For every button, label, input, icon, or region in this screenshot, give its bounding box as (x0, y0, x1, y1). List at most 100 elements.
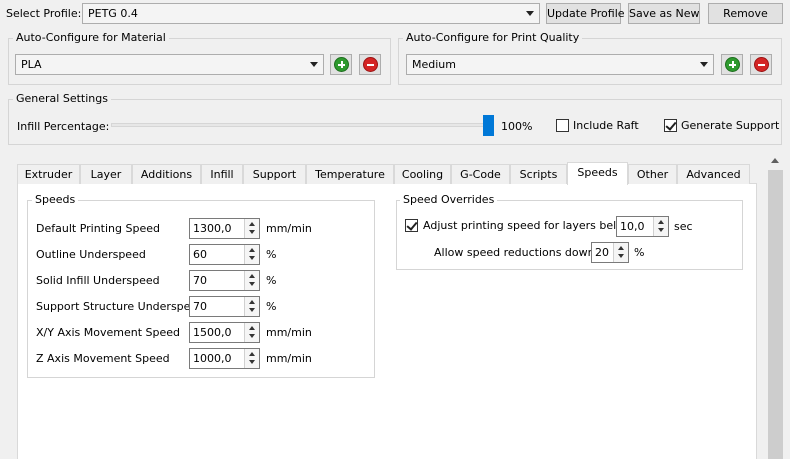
spin-down-icon[interactable] (249, 256, 255, 260)
spin-down-icon[interactable] (249, 334, 255, 338)
chevron-down-icon (700, 62, 708, 67)
z-axis-movement-speed-label: Z Axis Movement Speed (36, 352, 170, 365)
minus-icon (754, 57, 769, 72)
minus-icon (363, 57, 378, 72)
unit-label: mm/min (266, 222, 312, 235)
tab-extruder[interactable]: Extruder (17, 164, 80, 184)
profile-select-value: PETG 0.4 (88, 7, 138, 20)
spin-value: 60 (193, 248, 207, 261)
xy-axis-movement-speed-input[interactable]: 1500,0 (189, 322, 260, 343)
speed-reduction-input[interactable]: 20 (591, 242, 629, 263)
include-raft-label: Include Raft (573, 119, 639, 132)
speed-overrides-title: Speed Overrides (400, 193, 498, 207)
general-settings-title: General Settings (13, 92, 111, 106)
generate-support-label: Generate Support (681, 119, 780, 132)
profile-select[interactable]: PETG 0.4 (82, 3, 540, 24)
quality-select[interactable]: Medium (406, 54, 714, 75)
spin-buttons[interactable] (244, 219, 259, 238)
generate-support-checkbox[interactable] (664, 119, 677, 132)
tab-gcode[interactable]: G-Code (451, 164, 510, 184)
unit-label: % (266, 248, 277, 261)
scrollbar-thumb[interactable] (768, 170, 783, 459)
tab-additions[interactable]: Additions (132, 164, 201, 184)
quality-group-title: Auto-Configure for Print Quality (403, 31, 583, 45)
z-axis-movement-speed-input[interactable]: 1000,0 (189, 348, 260, 369)
tab-scripts[interactable]: Scripts (510, 164, 567, 184)
spin-value: 1300,0 (193, 222, 232, 235)
spin-up-icon[interactable] (249, 300, 255, 304)
add-quality-button[interactable] (721, 54, 743, 75)
infill-slider[interactable] (111, 123, 494, 127)
plus-icon (334, 57, 349, 72)
spin-up-icon[interactable] (249, 326, 255, 330)
material-select-value: PLA (21, 58, 42, 71)
spin-buttons[interactable] (244, 271, 259, 290)
spin-down-icon[interactable] (658, 228, 664, 232)
chevron-down-icon (526, 11, 534, 16)
speed-reduction-label: Allow speed reductions down to (434, 246, 610, 259)
include-raft-checkbox[interactable] (556, 119, 569, 132)
spin-down-icon[interactable] (249, 230, 255, 234)
spin-up-icon[interactable] (249, 222, 255, 226)
adjust-speed-checkbox[interactable] (405, 219, 418, 232)
select-profile-label: Select Profile: (6, 7, 82, 20)
spin-buttons[interactable] (244, 297, 259, 316)
adjust-speed-label: Adjust printing speed for layers below (423, 219, 632, 232)
update-profile-button[interactable]: Update Profile (546, 3, 625, 24)
add-material-button[interactable] (330, 54, 352, 75)
spin-value: 10,0 (620, 220, 645, 233)
spin-up-icon[interactable] (249, 248, 255, 252)
adjust-speed-input[interactable]: 10,0 (616, 216, 669, 237)
unit-label: % (266, 274, 277, 287)
infill-percentage-value: 100% (501, 120, 533, 133)
tab-layer[interactable]: Layer (80, 164, 132, 184)
save-as-new-button[interactable]: Save as New (628, 3, 700, 24)
infill-slider-thumb[interactable] (483, 115, 494, 136)
spin-up-icon[interactable] (658, 220, 664, 224)
spin-value: 20 (595, 246, 609, 259)
unit-label: % (266, 300, 277, 313)
tab-support[interactable]: Support (243, 164, 306, 184)
remove-material-button[interactable] (359, 54, 381, 75)
support-structure-underspeed-input[interactable]: 70 (189, 296, 260, 317)
spin-value: 1500,0 (193, 326, 232, 339)
spin-down-icon[interactable] (249, 282, 255, 286)
spin-buttons[interactable] (244, 245, 259, 264)
spin-value: 70 (193, 300, 207, 313)
spin-buttons[interactable] (244, 323, 259, 342)
spin-buttons[interactable] (653, 217, 668, 236)
solid-infill-underspeed-input[interactable]: 70 (189, 270, 260, 291)
unit-label: mm/min (266, 352, 312, 365)
default-printing-speed-input[interactable]: 1300,0 (189, 218, 260, 239)
chevron-down-icon (310, 62, 318, 67)
spin-up-icon[interactable] (249, 274, 255, 278)
remove-button[interactable]: Remove (708, 3, 783, 24)
speeds-group-title: Speeds (32, 193, 79, 207)
spin-down-icon[interactable] (618, 254, 624, 258)
tab-speeds[interactable]: Speeds (567, 162, 628, 185)
quality-select-value: Medium (412, 58, 456, 71)
spin-up-icon[interactable] (249, 352, 255, 356)
spin-buttons[interactable] (613, 243, 628, 262)
tab-other[interactable]: Other (628, 164, 677, 184)
infill-percentage-label: Infill Percentage: (17, 120, 110, 133)
spin-up-icon[interactable] (618, 246, 624, 250)
remove-quality-button[interactable] (750, 54, 772, 75)
tab-advanced[interactable]: Advanced (677, 164, 750, 184)
xy-axis-movement-speed-label: X/Y Axis Movement Speed (36, 326, 181, 339)
tab-cooling[interactable]: Cooling (394, 164, 451, 184)
spin-down-icon[interactable] (249, 308, 255, 312)
speed-reduction-unit: % (634, 246, 645, 259)
spin-down-icon[interactable] (249, 360, 255, 364)
outline-underspeed-input[interactable]: 60 (189, 244, 260, 265)
tab-infill[interactable]: Infill (201, 164, 243, 184)
outline-underspeed-label: Outline Underspeed (36, 248, 146, 261)
tab-temperature[interactable]: Temperature (306, 164, 394, 184)
spin-buttons[interactable] (244, 349, 259, 368)
solid-infill-underspeed-label: Solid Infill Underspeed (36, 274, 160, 287)
material-select[interactable]: PLA (15, 54, 324, 75)
scroll-up-icon[interactable] (771, 158, 779, 163)
plus-icon (725, 57, 740, 72)
default-printing-speed-label: Default Printing Speed (36, 222, 160, 235)
support-structure-underspeed-label: Support Structure Underspeed (36, 300, 205, 313)
